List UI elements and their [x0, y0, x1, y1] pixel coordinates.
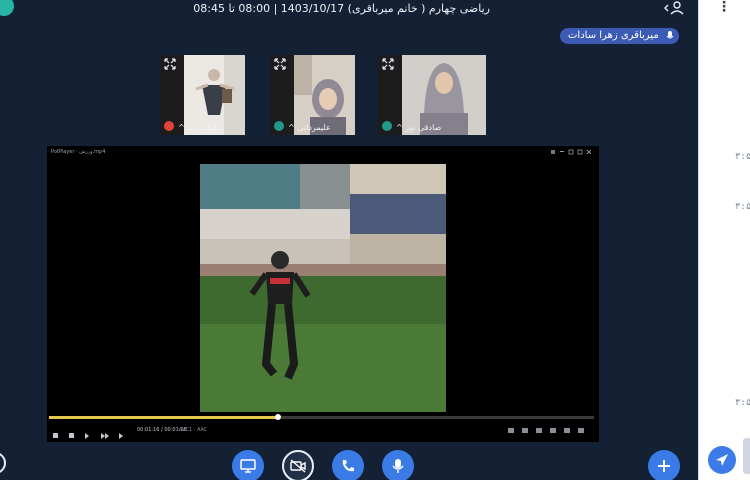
player-title: PotPlayer · ورزش.mp4 [51, 149, 106, 155]
speaker-mic-icon [666, 31, 674, 39]
chat-timestamp: ۳:۵ [735, 398, 750, 408]
seek-handle[interactable] [274, 414, 281, 420]
participant-tile-3[interactable]: صادقی نور ^ [378, 55, 486, 135]
participant-status-icon [274, 121, 284, 131]
player-options-icon[interactable] [508, 426, 588, 436]
seek-progress [49, 416, 278, 419]
chat-timestamp: ۳:۵ [735, 202, 750, 212]
chat-scrollbar[interactable] [743, 438, 750, 474]
chat-panel: ⋮ ۳:۵ ۳:۵ ۳:۵ [698, 0, 750, 480]
app-logo-icon [0, 0, 14, 16]
kebab-menu-icon[interactable]: ⋮ [717, 0, 731, 14]
expand-icon[interactable] [164, 58, 176, 70]
user-toggle-icon[interactable] [664, 0, 684, 16]
chat-timestamp: ۳:۵ [735, 152, 750, 162]
playback-buttons-icon[interactable] [51, 431, 131, 441]
participant-name: صادقی نور ^ [396, 123, 442, 132]
send-button[interactable] [708, 446, 736, 474]
participant-tile-1[interactable]: قلیچ درسا ^ [160, 55, 245, 135]
send-icon [716, 454, 728, 466]
window-controls-icon[interactable] [551, 149, 593, 155]
video-stadium-scene [200, 164, 446, 412]
call-button[interactable] [332, 450, 364, 480]
screen-share-button[interactable] [232, 450, 264, 480]
microphone-icon [392, 459, 404, 473]
class-title: ریاضی چهارم ( خانم میرباقری) 1403/10/17 … [193, 2, 490, 15]
conference-stage: ریاضی چهارم ( خانم میرباقری) 1403/10/17 … [0, 0, 698, 480]
participant-status-icon [164, 121, 174, 131]
active-speaker-badge: میرباقری زهرا سادات [560, 28, 679, 44]
video-frame[interactable] [200, 164, 446, 412]
participant-name: علیمردانی ^ [288, 123, 331, 132]
add-button[interactable] [648, 450, 680, 480]
participant-name: قلیچ درسا ^ [178, 123, 221, 132]
participant-tile-2[interactable]: علیمردانی ^ [270, 55, 355, 135]
player-format: AVC1 · AAC [179, 427, 208, 433]
shared-screen: PotPlayer · ورزش.mp4 00:01:16 / 00:01:28… [47, 146, 599, 442]
seek-bar[interactable] [49, 414, 594, 420]
active-speaker-name: میرباقری زهرا سادات [568, 30, 659, 41]
expand-icon[interactable] [382, 58, 394, 70]
leave-icon[interactable] [0, 452, 6, 474]
camera-off-icon [290, 459, 306, 473]
expand-icon[interactable] [274, 58, 286, 70]
camera-toggle-button[interactable] [282, 450, 314, 480]
participant-status-icon [382, 121, 392, 131]
plus-icon [658, 460, 670, 472]
microphone-button[interactable] [382, 450, 414, 480]
screen-share-icon [240, 459, 256, 473]
phone-icon [342, 460, 354, 472]
player-controls: 00:01:16 / 00:01:28 AVC1 · AAC [51, 426, 596, 439]
